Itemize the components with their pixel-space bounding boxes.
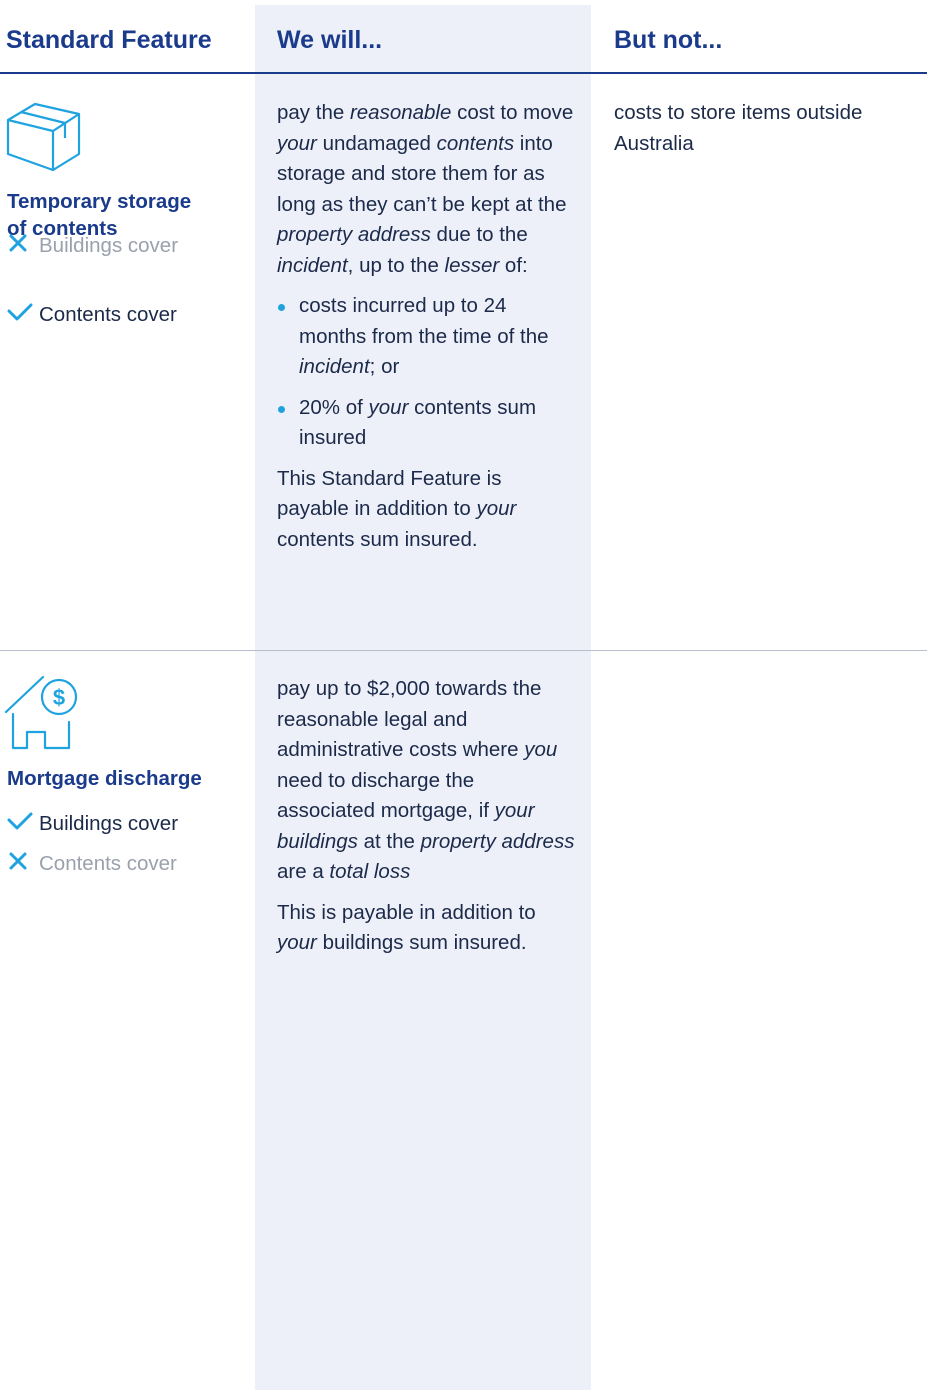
but-not-text: costs to store items outside Australia bbox=[614, 101, 863, 155]
check-icon bbox=[7, 301, 39, 329]
feature-title: Mortgage discharge bbox=[7, 767, 202, 790]
cross-icon bbox=[7, 232, 39, 260]
list-item: costs incurred up to 24 months from the … bbox=[277, 291, 577, 383]
cross-icon bbox=[7, 850, 39, 878]
we-will-note: This Standard Feature is payable in addi… bbox=[277, 466, 517, 551]
we-will-note: This is payable in addition to your buil… bbox=[277, 900, 536, 955]
we-will-paragraph: pay the reasonable cost to move your und… bbox=[277, 101, 574, 277]
svg-text:$: $ bbox=[53, 685, 65, 710]
header-but-not: But not... bbox=[614, 26, 723, 54]
check-icon bbox=[7, 810, 39, 838]
header-we-will: We will... bbox=[277, 26, 383, 54]
box-icon bbox=[3, 98, 83, 181]
bullet-list: costs incurred up to 24 months from the … bbox=[277, 291, 577, 454]
header-rule bbox=[0, 72, 927, 74]
we-will-text: pay up to $2,000 towards the reasonable … bbox=[277, 674, 577, 959]
we-will-paragraph: pay up to $2,000 towards the reasonable … bbox=[277, 677, 575, 883]
header-standard-feature: Standard Feature bbox=[6, 26, 212, 54]
house-dollar-icon: $ bbox=[3, 672, 89, 757]
contents-cover-excluded: Contents cover bbox=[7, 849, 177, 879]
row-divider bbox=[0, 650, 927, 651]
buildings-cover-excluded: Buildings cover bbox=[7, 231, 178, 261]
buildings-cover-included: Buildings cover bbox=[7, 809, 178, 839]
list-item: 20% of your contents sum insured bbox=[277, 393, 577, 454]
we-will-text: pay the reasonable cost to move your und… bbox=[277, 98, 577, 555]
contents-cover-included: Contents cover bbox=[7, 300, 177, 330]
table-header: Standard Feature We will... But not... bbox=[0, 0, 927, 73]
